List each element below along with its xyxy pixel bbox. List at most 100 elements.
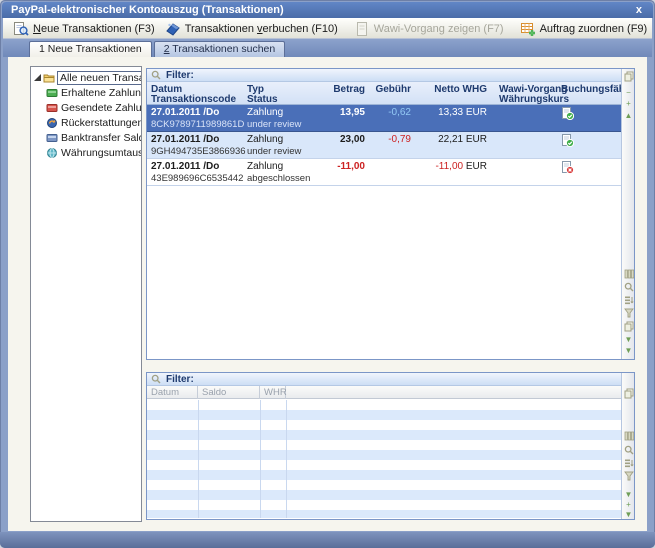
cell-status: under review — [247, 119, 301, 130]
search-grid-button[interactable] — [623, 282, 634, 295]
sort-grid-button[interactable] — [623, 458, 634, 471]
saldo-filter-bar[interactable]: Filter: — [147, 373, 634, 386]
bookable-check-icon — [561, 134, 574, 147]
tab-transaktionen-suchen[interactable]: 2 Transaktionen suchen — [154, 41, 286, 57]
column-separator — [260, 400, 261, 518]
app-window: PayPal-elektronischer Kontoauszug (Trans… — [0, 0, 655, 548]
saldo-rows-empty — [147, 400, 621, 518]
column-separator — [198, 400, 199, 518]
not-bookable-cross-icon — [561, 161, 574, 174]
cell-datum: 27.01.2011 /Do — [151, 161, 219, 172]
export-grid-button[interactable] — [623, 321, 634, 335]
page-magnifier-icon — [13, 21, 29, 37]
post-transactions-button[interactable]: Transaktionen verbuchen (F10) — [160, 19, 343, 38]
filter-magnifier-icon — [151, 374, 161, 384]
scroll-to-end-button[interactable]: ▼ — [623, 346, 634, 356]
collapse-rows-button[interactable]: − — [623, 88, 634, 98]
cell-typ: Zahlung — [247, 107, 283, 118]
window-title: PayPal-elektronischer Kontoauszug (Trans… — [11, 4, 284, 16]
show-wawi-process-button[interactable]: Wawi-Vorgang zeigen (F7) — [349, 19, 509, 38]
transactions-rows: 27.01.2011 /Do 8CK9789711989861D Zahlung… — [147, 105, 621, 359]
tree-item-erhaltene-zahlungen[interactable]: Erhaltene Zahlungen — [31, 85, 141, 100]
scroll-down-button[interactable]: ▼ — [623, 490, 634, 500]
copy-grid-button[interactable] — [623, 388, 634, 402]
scroll-down-button[interactable]: ▼ — [623, 335, 634, 345]
title-bar: PayPal-elektronischer Kontoauszug (Trans… — [2, 2, 653, 18]
folder-open-icon — [43, 72, 55, 84]
tree-item-banktransfer-saldo[interactable]: Banktransfer Saldo — [31, 130, 141, 145]
cell-netto-whg: 22,21 EUR — [397, 134, 487, 145]
expand-rows-button[interactable]: + — [623, 99, 634, 109]
search-grid-button[interactable] — [623, 445, 634, 458]
tab-page: Alle neuen Transaktionen Erhaltene Zahlu… — [8, 57, 647, 531]
column-header-status[interactable]: Status — [247, 94, 278, 105]
filter-grid-button[interactable] — [623, 308, 634, 321]
expand-rows-button[interactable]: + — [623, 500, 634, 510]
cell-buchungsfaehig — [561, 161, 574, 177]
filter-magnifier-icon — [151, 70, 161, 80]
cell-betrag: -11,00 — [305, 161, 365, 172]
cell-buchungsfaehig — [561, 107, 574, 123]
tree-item-label: Rückerstattungen — [61, 117, 142, 129]
scroll-up-button[interactable]: ▲ — [623, 111, 634, 121]
cell-netto-whg: 13,33 EUR — [397, 107, 487, 118]
sort-grid-button[interactable] — [623, 295, 634, 308]
column-header-waehrungskurs[interactable]: Währungskurs — [499, 94, 569, 105]
column-chooser-button[interactable] — [623, 431, 634, 444]
cell-netto-whg: -11,00 EUR — [397, 161, 487, 172]
tree-item-label: Währungsumtausch — [61, 147, 142, 159]
transaction-row[interactable]: 27.01.2011 /Do 43E989696C6535442 Zahlung… — [147, 159, 621, 186]
tree-item-label: Banktransfer Saldo — [61, 132, 142, 144]
column-header-datum[interactable]: Datum — [147, 386, 198, 399]
cell-transaktionscode: 9GH494735E3866936 — [151, 146, 246, 157]
column-header-netto-whg[interactable]: Netto WHG — [397, 84, 487, 95]
new-transactions-button[interactable]: Neue Transaktionen (F3) — [8, 19, 160, 38]
toolbar: Neue Transaktionen (F3) Transaktionen ve… — [3, 18, 652, 39]
window-bottom-frame — [0, 532, 655, 548]
received-payments-icon — [46, 87, 58, 99]
filter-grid-button[interactable] — [623, 471, 634, 484]
tree-item-label: Alle neuen Transaktionen — [57, 71, 142, 85]
transactions-grid: Filter: Datum Transaktionscode Typ Statu… — [146, 68, 635, 360]
post-transactions-icon — [165, 21, 181, 37]
bookable-check-icon — [561, 107, 574, 120]
assign-order-button[interactable]: Auftrag zuordnen (F9) — [515, 19, 653, 38]
tree-item-rueckerstattungen[interactable]: Rückerstattungen — [31, 115, 141, 130]
transaction-row[interactable]: 27.01.2011 /Do 8CK9789711989861D Zahlung… — [147, 105, 621, 132]
tree-item-waehrungsumtausch[interactable]: Währungsumtausch — [31, 145, 141, 160]
refunds-icon — [46, 117, 58, 129]
transactions-filter-bar[interactable]: Filter: — [147, 69, 634, 82]
cell-buchungsfaehig — [561, 134, 574, 150]
tree-item-label: Gesendete Zahlungen — [61, 102, 142, 114]
cell-transaktionscode: 43E989696C6535442 — [151, 173, 243, 184]
cell-datum: 27.01.2011 /Do — [151, 107, 219, 118]
column-header-transaktionscode[interactable]: Transaktionscode — [151, 94, 236, 105]
saldo-header-row: Datum Saldo WHR — [147, 386, 634, 399]
tree-expander-icon[interactable] — [34, 74, 41, 81]
saldo-grid-sidebar: ▼ + ▼ — [621, 373, 634, 519]
column-separator — [286, 400, 287, 518]
filter-label: Filter: — [166, 374, 194, 385]
scroll-to-end-button[interactable]: ▼ — [623, 510, 634, 520]
tree-item-alle-neuen-transaktionen[interactable]: Alle neuen Transaktionen — [31, 70, 141, 85]
transaction-row[interactable]: 27.01.2011 /Do 9GH494735E3866936 Zahlung… — [147, 132, 621, 159]
currency-exchange-icon — [46, 147, 58, 159]
bank-transfer-icon — [46, 132, 58, 144]
tree-item-gesendete-zahlungen[interactable]: Gesendete Zahlungen — [31, 100, 141, 115]
cell-transaktionscode: 8CK9789711989861D — [151, 119, 244, 130]
tab-neue-transaktionen[interactable]: 1 Neue Transaktionen — [29, 41, 152, 57]
cell-status: under review — [247, 146, 301, 157]
column-header-whr[interactable]: WHR — [260, 386, 286, 399]
tree-item-label: Erhaltene Zahlungen — [61, 87, 142, 99]
column-header-saldo[interactable]: Saldo — [198, 386, 260, 399]
copy-grid-button[interactable] — [623, 71, 634, 85]
cell-typ: Zahlung — [247, 161, 283, 172]
tab-strip: 1 Neue Transaktionen 2 Transaktionen suc… — [3, 39, 652, 57]
sent-payments-icon — [46, 102, 58, 114]
cell-status: abgeschlossen — [247, 173, 310, 184]
column-chooser-button[interactable] — [623, 269, 634, 282]
transactions-header-row: Datum Transaktionscode Typ Status Betrag… — [147, 82, 634, 105]
transaction-filter-tree: Alle neuen Transaktionen Erhaltene Zahlu… — [30, 66, 142, 522]
close-button[interactable]: x — [636, 2, 642, 18]
cell-typ: Zahlung — [247, 134, 283, 145]
